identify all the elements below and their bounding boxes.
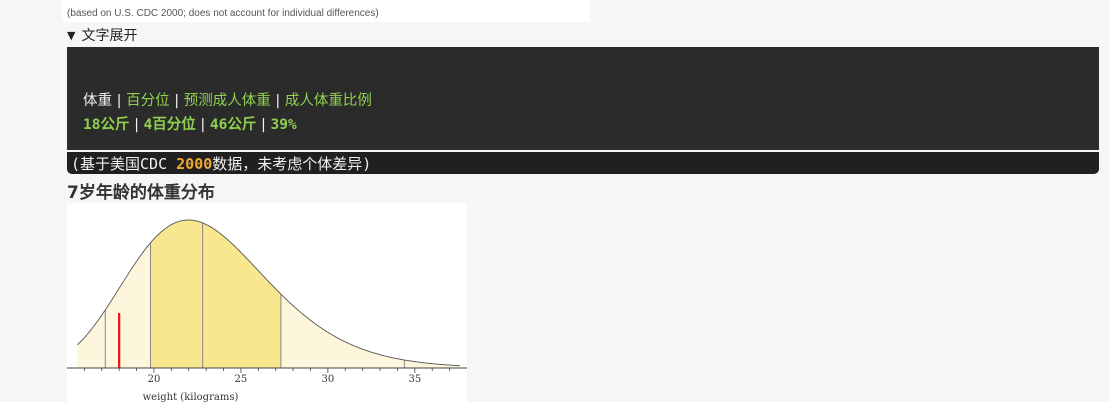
header-predicted-adult-weight: 预测成人体重 [183,93,271,109]
weight-distribution-chart: 20 25 30 35 weight (kilograms) [67,203,467,402]
note-suffix: 数据，未考虑个体差异) [212,155,372,173]
note-prefix: (基于美国CDC [71,155,177,173]
x-tick-label: 35 [408,374,421,385]
note-text: (基于美国CDC 2000数据，未考虑个体差异) [71,153,371,174]
result-header-row: 体重 | 百分位 | 预测成人体重 | 成人体重比例 [83,89,372,110]
header-percentile: 百分位 [126,93,170,109]
distribution-inner-band [150,220,281,368]
result-code-block: 体重 | 百分位 | 预测成人体重 | 成人体重比例 18公斤 | 4百分位 |… [67,47,1099,150]
x-tick-label: 25 [235,374,248,385]
x-tick-label: 30 [322,374,335,385]
header-weight: 体重 [83,93,112,109]
x-tick-label: 20 [148,374,161,385]
triangle-down-icon: ▼ [67,28,76,42]
toggle-label: 文字展开 [81,28,138,44]
note-year: 2000 [176,155,213,173]
value-adult-weight-ratio: 39% [270,117,297,133]
x-axis-label: weight (kilograms) [143,392,239,402]
source-note: (based on U.S. CDC 2000; does not accoun… [67,8,379,19]
chart-title: 7岁年龄的体重分布 [67,183,215,203]
value-predicted-adult-weight: 46公斤 [209,117,257,133]
value-percentile: 4百分位 [143,117,196,133]
value-weight: 18公斤 [83,117,130,133]
text-expand-toggle[interactable]: ▼ 文字展开 [67,26,137,44]
header-adult-weight-ratio: 成人体重比例 [284,93,372,109]
distribution-plot: 20 25 30 35 weight (kilograms) [67,219,467,402]
note-code-block: (基于美国CDC 2000数据，未考虑个体差异) [67,152,1099,174]
result-value-row: 18公斤 | 4百分位 | 46公斤 | 39% [83,113,297,134]
